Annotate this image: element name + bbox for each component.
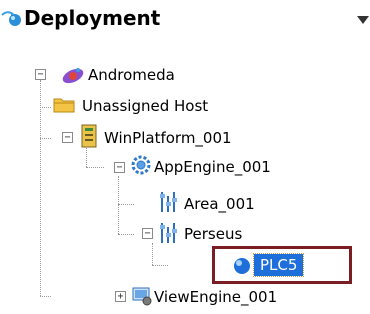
area-icon — [160, 223, 177, 243]
tree-node-andromeda[interactable]: Andromeda — [88, 66, 175, 84]
platform-icon — [81, 124, 97, 148]
tree-node-appengine[interactable]: AppEngine_001 — [154, 158, 271, 176]
engine-gear-icon — [131, 155, 151, 175]
tree-node-area-001[interactable]: Area_001 — [184, 195, 255, 213]
tree-node-perseus[interactable]: Perseus — [184, 225, 242, 243]
expander-perseus[interactable]: − — [142, 228, 153, 239]
galaxy-icon — [62, 68, 84, 84]
blue-sphere-icon — [234, 258, 250, 274]
deployment-icon — [1, 11, 21, 26]
expander-winplatform[interactable]: − — [62, 132, 73, 143]
tree-node-plc5[interactable]: PLC5 — [252, 253, 305, 277]
expander-viewengine[interactable]: + — [115, 291, 126, 302]
folder-icon — [53, 98, 75, 113]
tree-node-viewengine[interactable]: ViewEngine_001 — [154, 288, 277, 306]
expander-appengine[interactable]: − — [114, 162, 125, 173]
tree-node-unassigned-host[interactable]: Unassigned Host — [82, 97, 208, 115]
area-icon — [160, 192, 177, 212]
viewengine-icon — [132, 287, 152, 306]
deployment-header[interactable]: Deployment — [0, 0, 370, 40]
tree-node-winplatform[interactable]: WinPlatform_001 — [104, 129, 232, 147]
chevron-down-icon[interactable] — [357, 16, 369, 24]
expander-andromeda[interactable]: − — [35, 69, 46, 80]
page-title: Deployment — [24, 6, 161, 30]
